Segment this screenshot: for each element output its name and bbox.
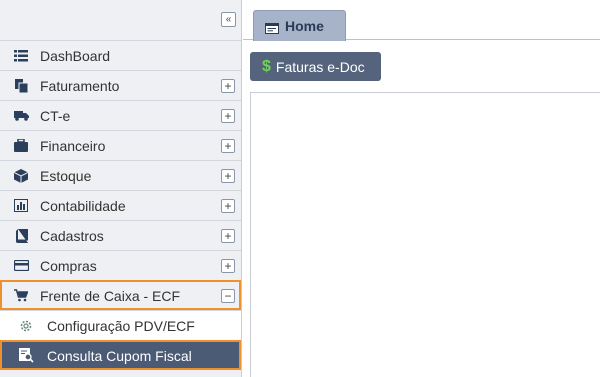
sidebar-subitem-label: Configuração PDV/ECF [47, 317, 195, 334]
sidebar-item-label: DashBoard [40, 47, 111, 64]
sidebar-item-contabilidade[interactable]: Contabilidade + [0, 190, 241, 220]
sidebar-item-frente-de-caixa[interactable]: Frente de Caixa - ECF − [0, 280, 241, 310]
sidebar-item-label: Cadastros [40, 227, 104, 244]
sidebar-subitem-configuracao-pdv-ecf[interactable]: Configuração PDV/ECF [0, 310, 241, 340]
gear-icon [18, 318, 34, 334]
sidebar-item-cadastros[interactable]: Cadastros + [0, 220, 241, 250]
truck-icon [13, 108, 29, 124]
receipt-search-icon [18, 348, 34, 364]
sidebar-subitem-consulta-cupom-fiscal[interactable]: Consulta Cupom Fiscal [0, 340, 241, 370]
expand-icon[interactable]: + [221, 79, 235, 93]
expand-icon[interactable]: + [221, 229, 235, 243]
list-icon [13, 48, 29, 64]
sidebar-item-label: Faturamento [40, 77, 120, 94]
double-chevron-left-icon[interactable]: « [221, 12, 236, 27]
expand-icon[interactable]: + [221, 109, 235, 123]
tab-label: Home [285, 18, 324, 34]
sidebar-item-label: Contabilidade [40, 197, 126, 214]
tab-bar: Home [243, 0, 600, 41]
sidebar-menu: DashBoard Faturamento + CT-e + Financeir… [0, 40, 241, 370]
credit-card-icon [13, 258, 29, 274]
sidebar-subitem-label: Consulta Cupom Fiscal [47, 347, 192, 364]
expand-icon[interactable]: + [221, 169, 235, 183]
sidebar-item-label: Estoque [40, 167, 92, 184]
expand-icon[interactable]: + [221, 199, 235, 213]
sidebar-item-label: Frente de Caixa - ECF [40, 287, 181, 304]
documents-icon [13, 78, 29, 94]
sidebar-item-dashboard[interactable]: DashBoard [0, 40, 241, 70]
dollar-icon: $ [262, 57, 271, 75]
sidebar-item-estoque[interactable]: Estoque + [0, 160, 241, 190]
bar-chart-icon [13, 198, 29, 214]
shopping-cart-icon [13, 288, 29, 304]
expand-icon[interactable]: + [221, 259, 235, 273]
sidebar-item-label: Compras [40, 257, 97, 274]
cube-icon [13, 168, 29, 184]
faturas-e-doc-button[interactable]: $ Faturas e-Doc [250, 52, 381, 81]
window-icon [265, 21, 279, 34]
sidebar-item-financeiro[interactable]: Financeiro + [0, 130, 241, 160]
book-icon [13, 228, 29, 244]
collapse-icon[interactable]: − [221, 289, 235, 303]
sidebar-item-label: CT-e [40, 107, 71, 124]
faturas-e-doc-label: Faturas e-Doc [275, 58, 365, 75]
content-panel [250, 92, 600, 377]
sidebar-item-compras[interactable]: Compras + [0, 250, 241, 280]
sidebar: « DashBoard Faturamento + CT-e + Finance… [0, 0, 242, 377]
sidebar-item-label: Financeiro [40, 137, 106, 154]
briefcase-icon [13, 138, 29, 154]
tab-home[interactable]: Home [253, 10, 346, 41]
sidebar-item-cte[interactable]: CT-e + [0, 100, 241, 130]
expand-icon[interactable]: + [221, 139, 235, 153]
sidebar-item-faturamento[interactable]: Faturamento + [0, 70, 241, 100]
